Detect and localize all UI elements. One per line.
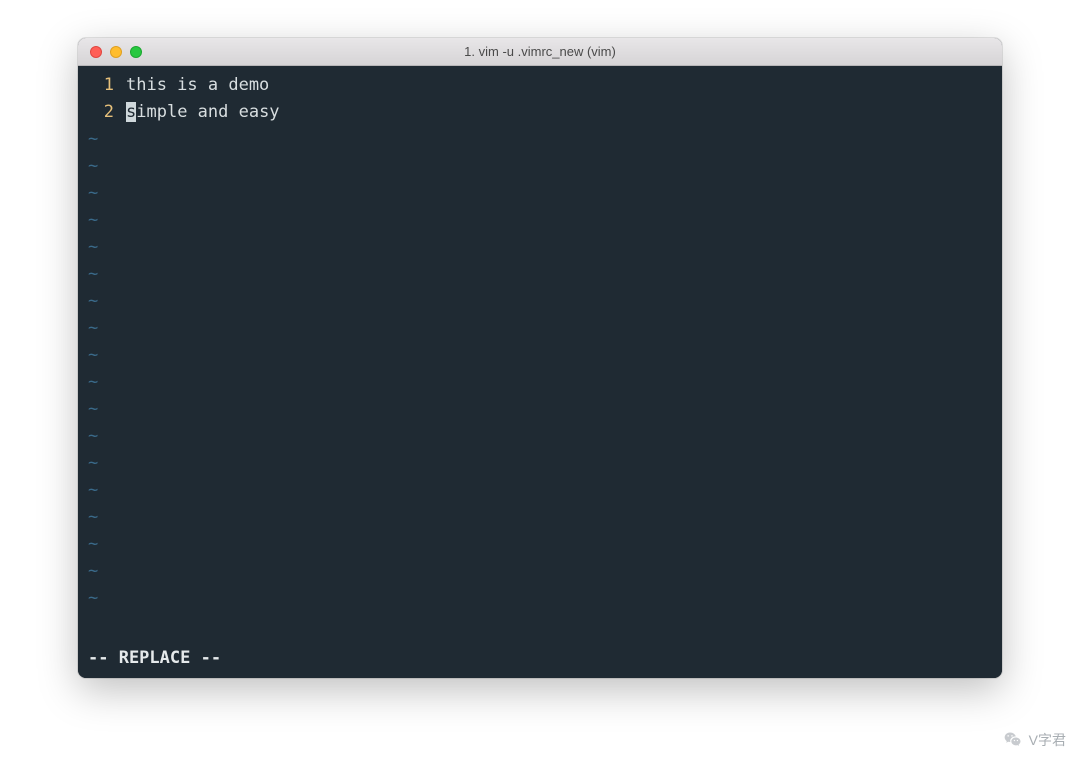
editor-area[interactable]: 1 this is a demo 2 simple and easy ~~~~~… (88, 72, 992, 645)
empty-line: ~ (88, 369, 992, 396)
empty-line: ~ (88, 558, 992, 585)
empty-line: ~ (88, 342, 992, 369)
titlebar[interactable]: 1. vim -u .vimrc_new (vim) (78, 38, 1002, 66)
window-title: 1. vim -u .vimrc_new (vim) (78, 44, 1002, 59)
text-after-cursor: imple and easy (136, 102, 279, 122)
close-button[interactable] (90, 46, 102, 58)
line-number: 1 (88, 72, 114, 99)
watermark-text: V字君 (1029, 730, 1066, 750)
empty-line: ~ (88, 288, 992, 315)
minimize-button[interactable] (110, 46, 122, 58)
empty-line: ~ (88, 585, 992, 612)
empty-line: ~ (88, 396, 992, 423)
watermark: V字君 (1003, 730, 1066, 750)
line-number: 2 (88, 99, 114, 126)
empty-line: ~ (88, 126, 992, 153)
line-text: this is a demo (126, 72, 269, 99)
wechat-icon (1003, 730, 1023, 750)
traffic-lights (78, 46, 142, 58)
editor-line: 1 this is a demo (88, 72, 992, 99)
cursor: s (126, 102, 136, 122)
empty-line: ~ (88, 315, 992, 342)
empty-line: ~ (88, 180, 992, 207)
empty-line: ~ (88, 153, 992, 180)
editor-line: 2 simple and easy (88, 99, 992, 126)
terminal-body[interactable]: 1 this is a demo 2 simple and easy ~~~~~… (78, 66, 1002, 678)
maximize-button[interactable] (130, 46, 142, 58)
terminal-window: 1. vim -u .vimrc_new (vim) 1 this is a d… (78, 38, 1002, 678)
empty-line: ~ (88, 531, 992, 558)
line-text: simple and easy (126, 99, 280, 126)
empty-line: ~ (88, 423, 992, 450)
empty-line: ~ (88, 207, 992, 234)
empty-line: ~ (88, 450, 992, 477)
empty-line: ~ (88, 261, 992, 288)
empty-line: ~ (88, 477, 992, 504)
empty-line: ~ (88, 234, 992, 261)
status-line: -- REPLACE -- (88, 645, 992, 674)
empty-line: ~ (88, 504, 992, 531)
